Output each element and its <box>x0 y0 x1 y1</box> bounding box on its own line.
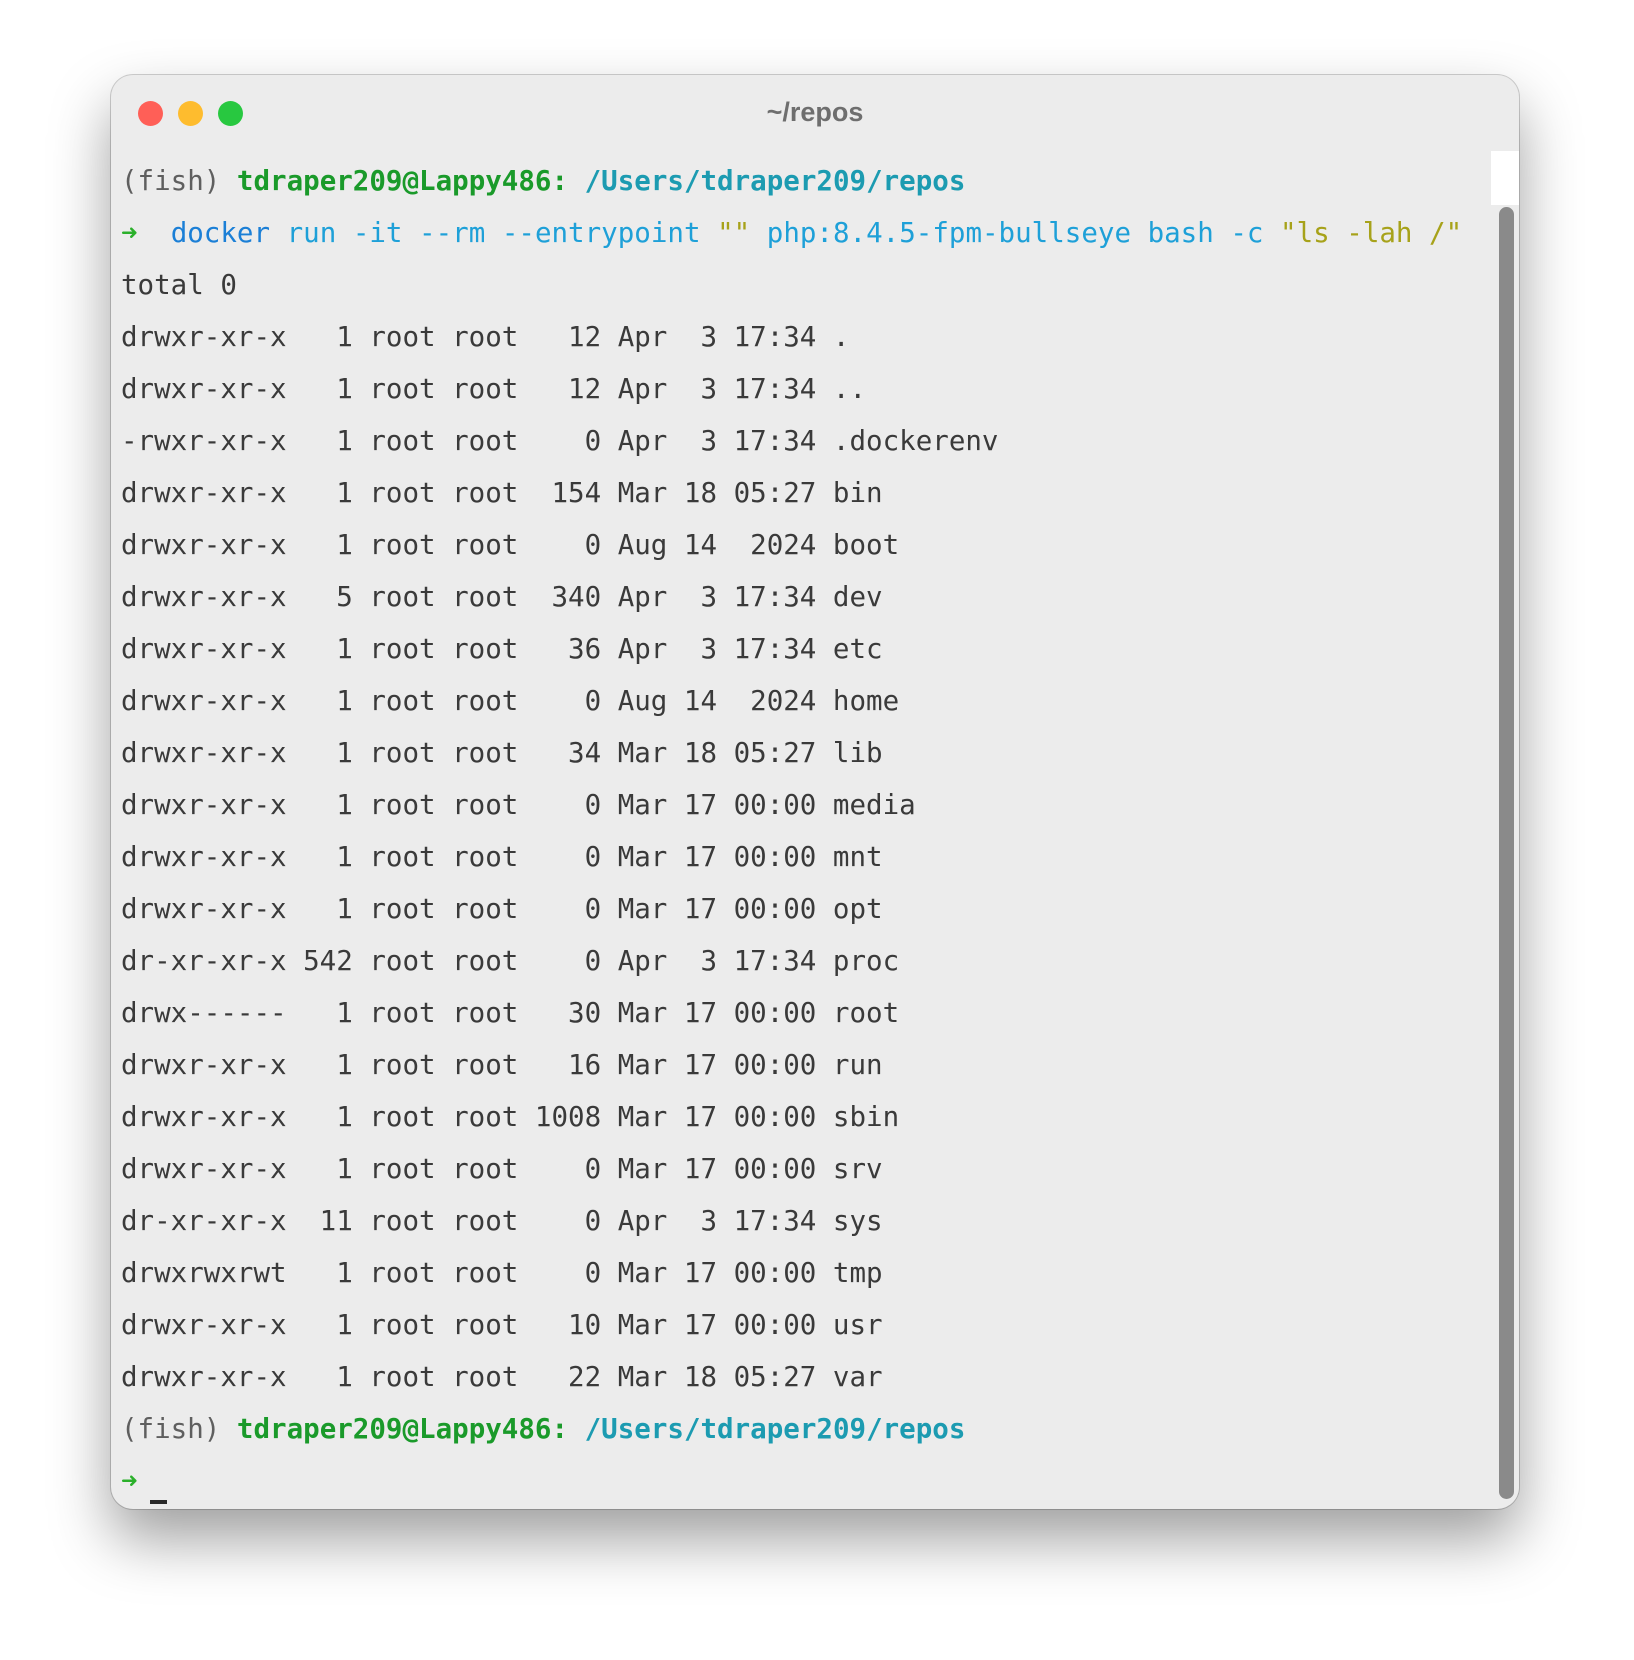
command-args: run -it --rm --entrypoint <box>286 217 701 249</box>
title-bar[interactable]: ~/repos <box>111 75 1519 145</box>
window-title: ~/repos <box>766 97 864 127</box>
output-line: drwxr-xr-x 5 root root 340 Apr 3 17:34 d… <box>121 581 883 613</box>
output-line: total 0 <box>121 269 237 301</box>
output-line: drwxr-xr-x 1 root root 0 Mar 17 00:00 mn… <box>121 841 883 873</box>
prompt-user: tdraper209@Lappy486: <box>236 1413 569 1445</box>
prompt-line: (fish) tdraper209@Lappy486: /Users/tdrap… <box>121 1403 1491 1455</box>
shell-name: (fish) <box>121 1413 221 1445</box>
output-line: dr-xr-xr-x 11 root root 0 Apr 3 17:34 sy… <box>121 1205 883 1237</box>
output-line: drwxr-xr-x 1 root root 10 Mar 17 00:00 u… <box>121 1309 883 1341</box>
output-line: drwxr-xr-x 1 root root 0 Mar 17 00:00 sr… <box>121 1153 883 1185</box>
prompt-user: tdraper209@Lappy486: <box>236 165 569 197</box>
output-line: drwxr-xr-x 1 root root 1008 Mar 17 00:00… <box>121 1101 900 1133</box>
command-docker: docker <box>170 217 271 249</box>
output-line: drwxr-xr-x 1 root root 36 Apr 3 17:34 et… <box>121 633 883 665</box>
terminal-content[interactable]: (fish) tdraper209@Lappy486: /Users/tdrap… <box>121 155 1491 1507</box>
output-line: drwxr-xr-x 1 root root 12 Apr 3 17:34 .. <box>121 373 867 405</box>
terminal-window: ~/repos (fish) tdraper209@Lappy486: /Use… <box>111 75 1519 1509</box>
output-line: drwxr-xr-x 1 root root 12 Apr 3 17:34 . <box>121 321 850 353</box>
scrollbar-thumb[interactable] <box>1499 207 1514 1499</box>
output-line: drwxr-xr-x 1 root root 16 Mar 17 00:00 r… <box>121 1049 883 1081</box>
command-empty-string: "" <box>717 217 751 249</box>
prompt-path: /Users/tdraper209/repos <box>584 165 966 197</box>
output-line: drwxr-xr-x 1 root root 0 Aug 14 2024 boo… <box>121 529 900 561</box>
output-line: drwxr-xr-x 1 root root 34 Mar 18 05:27 l… <box>121 737 883 769</box>
output-line: drwxrwxrwt 1 root root 0 Mar 17 00:00 tm… <box>121 1257 883 1289</box>
output-line: dr-xr-xr-x 542 root root 0 Apr 3 17:34 p… <box>121 945 900 977</box>
prompt-arrow-icon: ➜ <box>121 217 138 249</box>
output-line: drwx------ 1 root root 30 Mar 17 00:00 r… <box>121 997 900 1029</box>
input-line[interactable]: ➜ <box>121 1455 1491 1507</box>
output-line: drwxr-xr-x 1 root root 0 Mar 17 00:00 op… <box>121 893 883 925</box>
output-line: drwxr-xr-x 1 root root 0 Aug 14 2024 hom… <box>121 685 900 717</box>
prompt-line: (fish) tdraper209@Lappy486: /Users/tdrap… <box>121 155 1491 207</box>
command-quoted-arg: "ls -lah /" <box>1280 217 1463 249</box>
output-line: drwxr-xr-x 1 root root 154 Mar 18 05:27 … <box>121 477 883 509</box>
command-image: php:8.4.5-fpm-bullseye bash -c <box>766 217 1264 249</box>
prompt-path: /Users/tdraper209/repos <box>584 1413 966 1445</box>
output-line: drwxr-xr-x 1 root root 22 Mar 18 05:27 v… <box>121 1361 883 1393</box>
prompt-arrow-icon: ➜ <box>121 1465 138 1497</box>
text-cursor <box>149 1500 167 1504</box>
output-line: drwxr-xr-x 1 root root 0 Mar 17 00:00 me… <box>121 789 916 821</box>
shell-name: (fish) <box>121 165 221 197</box>
command-line: ➜ docker run -it --rm --entrypoint "" ph… <box>121 207 1491 259</box>
output-line: -rwxr-xr-x 1 root root 0 Apr 3 17:34 .do… <box>121 425 999 457</box>
scrollbar-top <box>1491 151 1519 207</box>
command-output: total 0 drwxr-xr-x 1 root root 12 Apr 3 1… <box>121 259 1491 1403</box>
